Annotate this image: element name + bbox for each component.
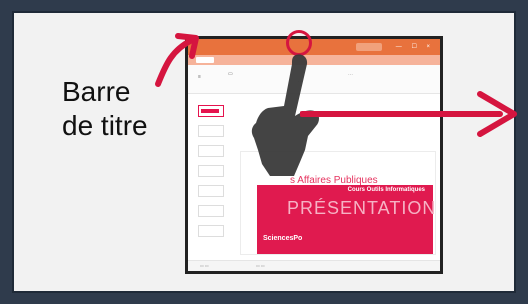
toolbar-group-4: ⋯ — [348, 72, 353, 78]
slide-title: PRÉSENTATION — [287, 198, 437, 218]
status-middle: ▭ ▭ — [256, 263, 265, 268]
status-bar: ▭ ▭ ▭ ▭ — [188, 260, 440, 271]
slide-thumbnails — [198, 99, 226, 259]
thumbnail-slide — [198, 165, 224, 177]
slide-title-band: Cours Outils Informatiques PRÉSENTATION … — [257, 185, 437, 254]
slide-course: Cours Outils Informatiques — [347, 187, 425, 193]
status-left: ▭ ▭ — [200, 263, 209, 268]
thumbnail-slide — [198, 205, 224, 217]
caption-line-2: de titre — [62, 110, 148, 141]
thumbnail-slide — [198, 105, 224, 117]
arrow-icon — [155, 33, 199, 87]
title-user-chip — [356, 43, 382, 51]
slide-brand: SciencesPo — [263, 235, 303, 242]
title-bar-caption: Barre de titre — [62, 75, 148, 143]
arrow-icon — [300, 91, 517, 137]
thumbnail-slide — [198, 145, 224, 157]
window-controls: — ☐ × — [395, 44, 434, 50]
thumbnail-slide — [198, 125, 224, 137]
thumbnail-slide — [198, 185, 224, 197]
thumbnail-slide — [198, 225, 224, 237]
caption-line-1: Barre — [62, 76, 131, 107]
toolbar-group-2: ▭ — [228, 71, 233, 77]
